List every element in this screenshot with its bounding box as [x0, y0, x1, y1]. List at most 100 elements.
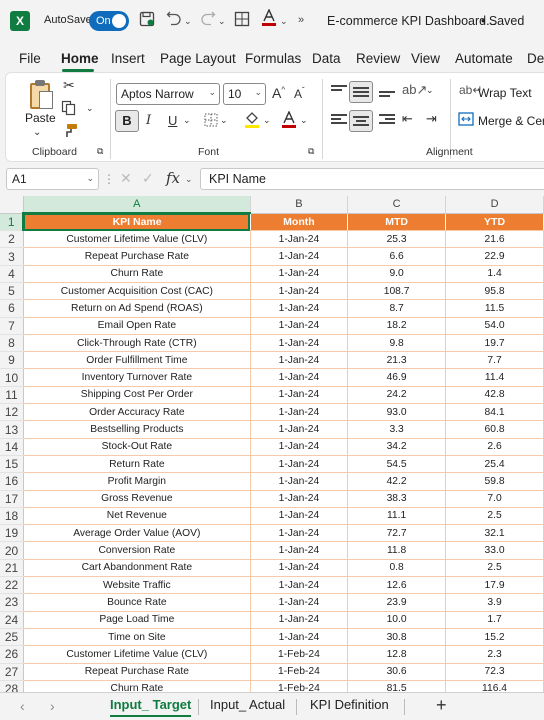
font-family-select[interactable]: Aptos Narrow ⌄	[116, 83, 220, 105]
cell[interactable]: Return on Ad Spend (ROAS)	[23, 299, 251, 318]
cell[interactable]: 19.7	[445, 334, 544, 353]
row-header[interactable]: 4	[0, 265, 24, 283]
cell[interactable]: 11.1	[347, 507, 447, 526]
cell[interactable]: 3.3	[347, 420, 447, 439]
decrease-font-size-icon[interactable]: Aˇ	[294, 86, 305, 101]
paste-icon[interactable]	[26, 79, 56, 111]
row-header[interactable]: 26	[0, 645, 24, 664]
cell[interactable]: Return Rate	[23, 455, 251, 474]
row-header[interactable]: 5	[0, 282, 24, 301]
row-header[interactable]: 11	[0, 386, 24, 405]
cell[interactable]: 54.5	[347, 455, 447, 474]
cell[interactable]: Profit Margin	[23, 472, 251, 491]
increase-font-size-icon[interactable]: A^	[272, 85, 285, 101]
row-header[interactable]: 7	[0, 317, 24, 335]
cell[interactable]: 17.9	[445, 576, 544, 595]
cell[interactable]: 1-Jan-24	[250, 541, 349, 560]
cell[interactable]: 1-Feb-24	[250, 663, 349, 681]
cell[interactable]: 1-Jan-24	[250, 420, 349, 439]
cell[interactable]: 0.8	[347, 559, 447, 578]
name-box[interactable]: A1 ⌄	[6, 168, 99, 190]
row-header[interactable]: 23	[0, 593, 24, 612]
cell[interactable]: 84.1	[445, 403, 544, 422]
tab-view[interactable]: View	[411, 51, 440, 66]
tab-page-layout[interactable]: Page Layout	[160, 51, 236, 66]
font-color-ribbon-icon[interactable]	[281, 110, 297, 132]
formula-input[interactable]: KPI Name	[200, 168, 544, 190]
cell[interactable]: 60.8	[445, 420, 544, 439]
font-size-select[interactable]: 10 ⌄	[223, 83, 266, 105]
insert-function-icon[interactable]: fx	[166, 169, 180, 187]
cell[interactable]: 1-Jan-24	[250, 317, 349, 335]
row-header[interactable]: 17	[0, 490, 24, 508]
column-header-c[interactable]: C	[347, 196, 447, 214]
cell[interactable]: 2.3	[445, 645, 544, 664]
copy-icon[interactable]	[61, 100, 77, 119]
row-header[interactable]: 10	[0, 368, 24, 387]
borders-dropdown-icon[interactable]: ⌄	[220, 115, 228, 126]
cell[interactable]: 1-Jan-24	[250, 282, 349, 301]
cell[interactable]: 23.9	[347, 593, 447, 612]
row-header[interactable]: 3	[0, 247, 24, 266]
cell[interactable]: Stock-Out Rate	[23, 438, 251, 456]
cell[interactable]: 3.9	[445, 593, 544, 612]
cell[interactable]: 11.8	[347, 541, 447, 560]
cell[interactable]: 1-Jan-24	[250, 351, 349, 370]
column-header-b[interactable]: B	[250, 196, 349, 214]
cell[interactable]: Churn Rate	[23, 680, 251, 692]
autosave-toggle[interactable]: On	[89, 11, 129, 31]
cell[interactable]: 18.2	[347, 317, 447, 335]
cell[interactable]: 21.6	[445, 230, 544, 249]
cell[interactable]: Order Fulfillment Time	[23, 351, 251, 370]
cell[interactable]: Website Traffic	[23, 576, 251, 595]
cell[interactable]: 7.7	[445, 351, 544, 370]
cell[interactable]: 1-Jan-24	[250, 403, 349, 422]
save-status[interactable]: • Saved	[481, 14, 524, 28]
cell[interactable]: 59.8	[445, 472, 544, 491]
table-icon[interactable]	[234, 11, 250, 31]
undo-icon[interactable]	[166, 11, 182, 31]
cell[interactable]: Net Revenue	[23, 507, 251, 526]
select-all-corner[interactable]	[0, 196, 24, 214]
cell[interactable]: 1-Jan-24	[250, 455, 349, 474]
function-dropdown-icon[interactable]: ⌄	[185, 174, 193, 185]
cell[interactable]: 46.9	[347, 368, 447, 387]
tab-automate[interactable]: Automate	[455, 51, 513, 66]
cell[interactable]: 1.4	[445, 265, 544, 283]
align-top-icon[interactable]	[331, 85, 347, 97]
cell[interactable]: 1-Jan-24	[250, 559, 349, 578]
cell[interactable]: Page Load Time	[23, 611, 251, 629]
cell[interactable]: 72.3	[445, 663, 544, 681]
prev-sheet-icon[interactable]: ‹	[20, 698, 25, 714]
cell[interactable]: 42.8	[445, 386, 544, 405]
cell[interactable]: 38.3	[347, 490, 447, 508]
row-header[interactable]: 21	[0, 559, 24, 578]
cell[interactable]: Inventory Turnover Rate	[23, 368, 251, 387]
cell[interactable]: 1-Jan-24	[250, 472, 349, 491]
decrease-indent-icon[interactable]: ⇤	[402, 111, 413, 127]
tab-review[interactable]: Review	[356, 51, 400, 66]
cell[interactable]: 1-Feb-24	[250, 680, 349, 692]
underline-button[interactable]: U	[168, 113, 177, 128]
save-icon[interactable]	[139, 11, 155, 31]
merge-center-button[interactable]: Merge & Cent	[478, 114, 544, 128]
cell[interactable]: 81.5	[347, 680, 447, 692]
row-header[interactable]: 16	[0, 472, 24, 491]
cell[interactable]: 1-Jan-24	[250, 368, 349, 387]
font-color-ribbon-dropdown-icon[interactable]: ⌄	[300, 115, 308, 126]
align-right-icon[interactable]	[379, 114, 395, 126]
row-header[interactable]: 27	[0, 663, 24, 681]
clipboard-launcher-icon[interactable]: ⧉	[97, 146, 103, 157]
cell[interactable]: Time on Site	[23, 628, 251, 647]
bold-button[interactable]: B	[115, 110, 139, 132]
cell[interactable]: Cart Abandonment Rate	[23, 559, 251, 578]
cell[interactable]: 2.5	[445, 507, 544, 526]
fill-color-dropdown-icon[interactable]: ⌄	[263, 115, 271, 126]
column-header-d[interactable]: D	[445, 196, 544, 214]
cell[interactable]: 8.7	[347, 299, 447, 318]
cell[interactable]: 12.6	[347, 576, 447, 595]
italic-button[interactable]: I	[146, 113, 151, 128]
cell[interactable]: 1-Jan-24	[250, 490, 349, 508]
cancel-entry-icon[interactable]: ✕	[120, 170, 132, 187]
underline-dropdown-icon[interactable]: ⌄	[183, 115, 191, 126]
